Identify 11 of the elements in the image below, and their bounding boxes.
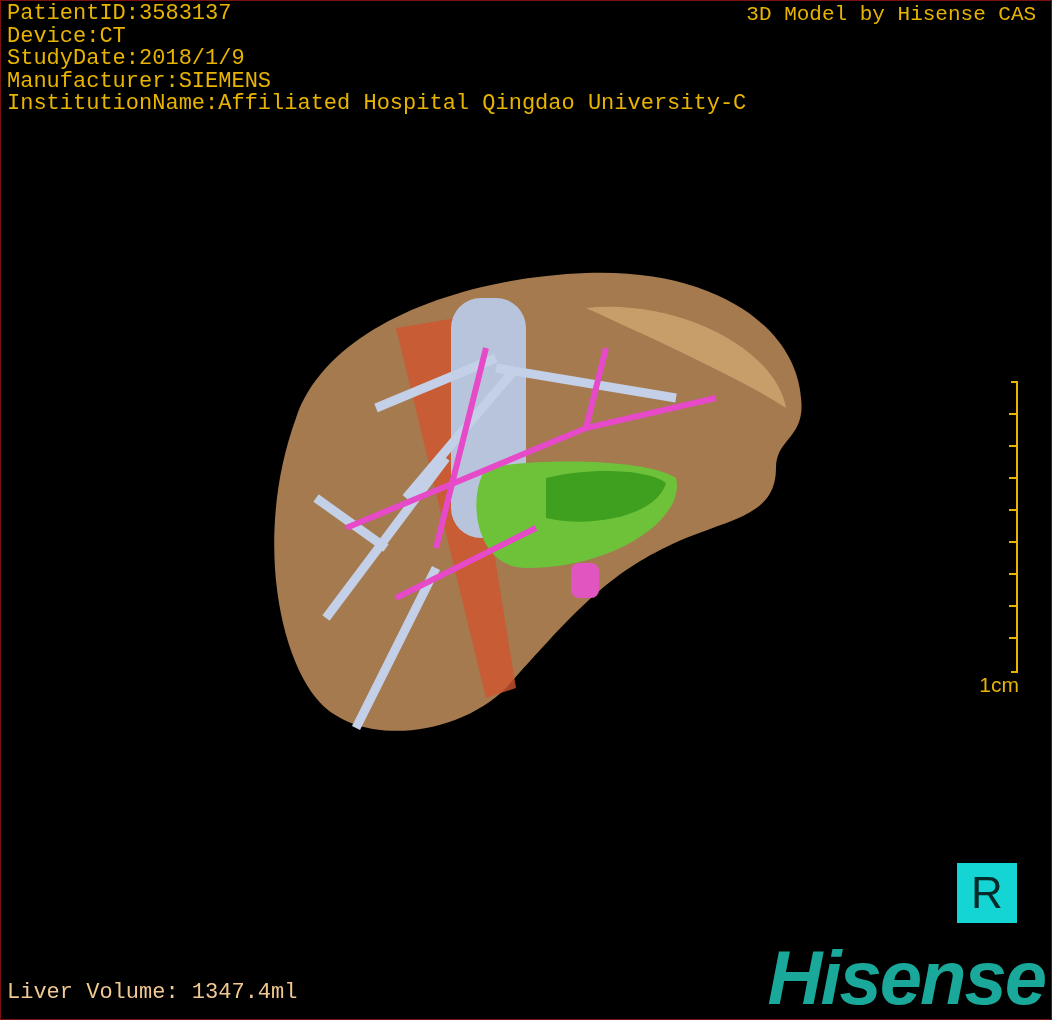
liver-volume-text: Liver Volume: 1347.4ml: [7, 980, 298, 1005]
model-credit: 3D Model by Hisense CAS: [746, 3, 1037, 27]
orientation-marker: R: [957, 863, 1017, 923]
info-text: PatientID:3583137: [7, 3, 233, 26]
scale-bar-icon: [1009, 381, 1019, 673]
info-text: InstitutionName:Affiliated Hospital Qingdao University-C: [7, 93, 747, 116]
scale-label: 1cm: [979, 673, 1019, 697]
info-text: StudyDate:2018/1/9: [7, 48, 246, 71]
info-text: Manufacturer:SIEMENS: [7, 70, 272, 93]
info-text: Device:CT: [7, 25, 126, 48]
logo: Hisense: [767, 945, 1046, 1011]
